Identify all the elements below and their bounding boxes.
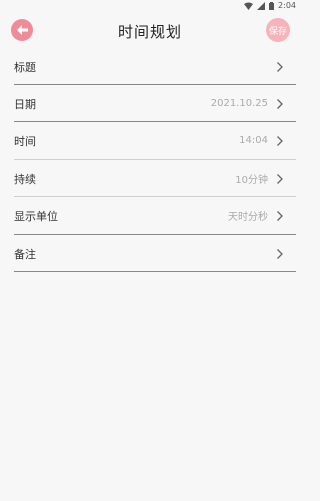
chevron-right-icon xyxy=(277,210,283,221)
screen: 2:04 时间规划 保存 标题 日期 2021.10.25 时间 14:04 持… xyxy=(0,0,300,501)
header: 时间规划 保存 xyxy=(0,11,300,48)
row-value: 天时分秒 xyxy=(228,212,268,223)
wifi-icon xyxy=(244,2,254,10)
row-label: 显示单位 xyxy=(14,209,58,223)
status-bar: 2:04 xyxy=(0,0,300,11)
divider xyxy=(14,271,296,272)
row-label: 日期 xyxy=(14,97,36,111)
row-duration[interactable]: 持续 10分钟 xyxy=(0,160,300,197)
row-label: 持续 xyxy=(14,172,36,186)
chevron-right-icon xyxy=(277,135,283,146)
row-display-unit[interactable]: 显示单位 天时分秒 xyxy=(0,197,300,234)
chevron-right-icon xyxy=(277,61,283,72)
row-label: 时间 xyxy=(14,134,36,148)
row-label: 标题 xyxy=(14,60,36,74)
page-title: 时间规划 xyxy=(117,23,182,41)
signal-icon xyxy=(257,1,266,10)
chevron-right-icon xyxy=(277,98,283,109)
chevron-right-icon xyxy=(277,173,283,184)
row-value: 10分钟 xyxy=(235,175,268,186)
row-label: 备注 xyxy=(14,247,36,261)
status-time: 2:04 xyxy=(278,1,296,10)
chevron-right-icon xyxy=(277,248,283,259)
row-value: 2021.10.25 xyxy=(210,98,268,109)
row-title[interactable]: 标题 xyxy=(0,48,300,85)
save-button[interactable]: 保存 xyxy=(266,18,290,42)
row-value: 14:04 xyxy=(239,135,268,146)
row-date[interactable]: 日期 2021.10.25 xyxy=(0,85,300,122)
battery-icon xyxy=(269,1,275,10)
row-time[interactable]: 时间 14:04 xyxy=(0,122,300,159)
row-notes[interactable]: 备注 xyxy=(0,235,300,272)
